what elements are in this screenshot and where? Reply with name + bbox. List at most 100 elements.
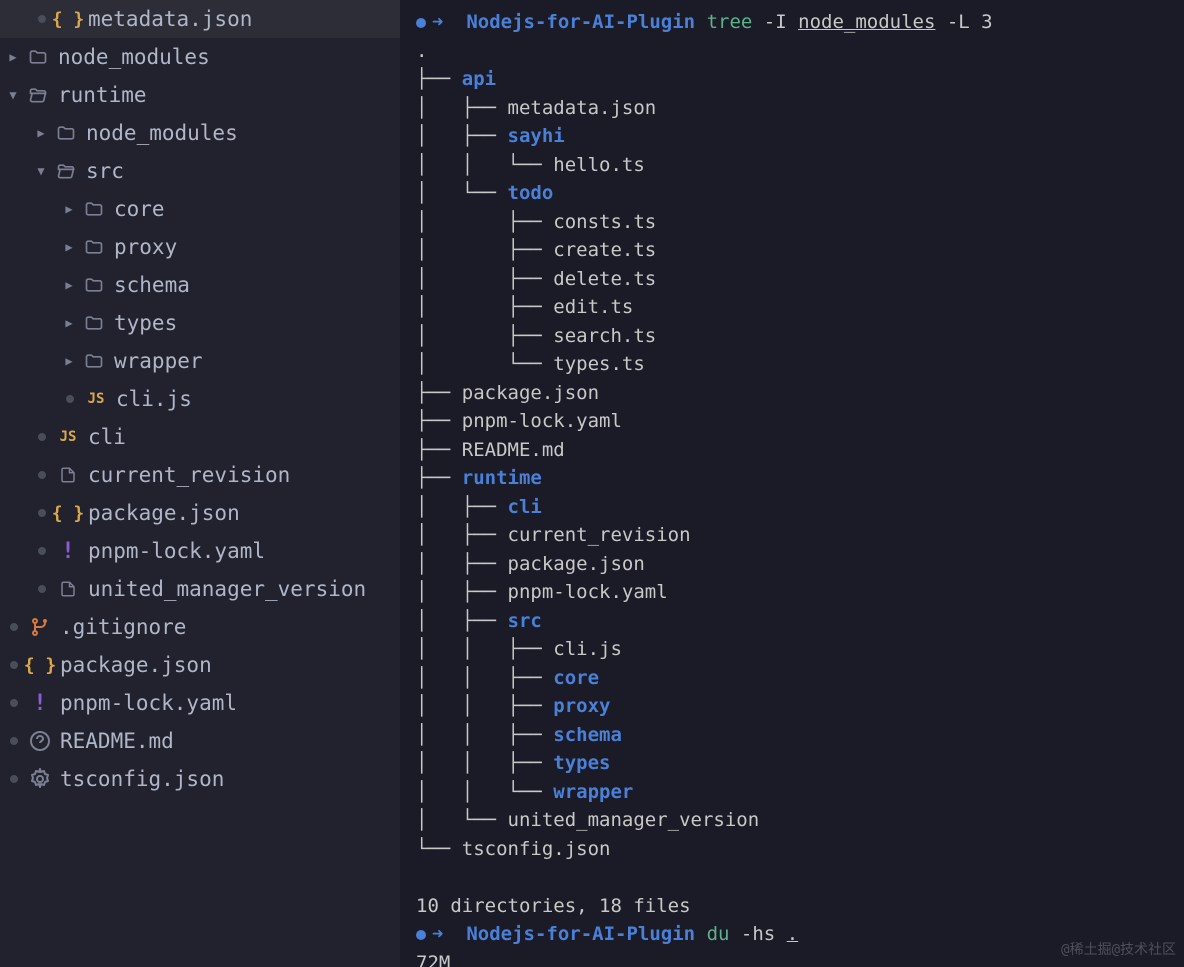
tree-item[interactable]: JScli [0, 418, 400, 456]
tree-entry: united_manager_version [508, 809, 760, 831]
tree-entry: create.ts [553, 239, 656, 261]
modified-dot-icon [10, 775, 18, 783]
tree-item[interactable]: src [0, 152, 400, 190]
tree-item-label: schema [114, 273, 190, 297]
chevron-down-icon[interactable] [32, 164, 50, 178]
status-dot-icon [416, 18, 426, 28]
js-icon: JS [84, 391, 108, 407]
tree-line: ├── pnpm-lock.yaml [416, 407, 1184, 436]
tree-item[interactable]: node_modules [0, 38, 400, 76]
modified-dot-icon [38, 15, 46, 23]
tree-output: .├── api│ ├── metadata.json│ ├── sayhi│ … [416, 37, 1184, 864]
tree-item[interactable]: types [0, 304, 400, 342]
tree-item-label: README.md [60, 729, 174, 753]
folder-icon [54, 161, 78, 181]
chevron-right-icon[interactable] [60, 240, 78, 254]
tree-item-label: types [114, 311, 177, 335]
tree-entry: delete.ts [553, 268, 656, 290]
chevron-right-icon[interactable] [60, 354, 78, 368]
tree-entry: cli [508, 496, 542, 518]
prompt-line-1: ➜ Nodejs-for-AI-Plugin tree -I node_modu… [416, 8, 1184, 37]
folder-icon [26, 85, 50, 105]
chevron-down-icon[interactable] [4, 88, 22, 102]
tree-item[interactable]: core [0, 190, 400, 228]
tree-entry: edit.ts [553, 296, 633, 318]
tree-line: │ │ ├── schema [416, 721, 1184, 750]
tree-line: │ │ ├── core [416, 664, 1184, 693]
tree-line: . [416, 37, 1184, 66]
tree-item-label: wrapper [114, 349, 203, 373]
tree-line: ├── README.md [416, 436, 1184, 465]
tree-item[interactable]: current_revision [0, 456, 400, 494]
folder-icon [82, 199, 106, 219]
yaml-icon: ! [56, 539, 80, 564]
chevron-right-icon[interactable] [32, 126, 50, 140]
chevron-right-icon[interactable] [4, 50, 22, 64]
tree-item[interactable]: tsconfig.json [0, 760, 400, 798]
file-explorer-sidebar[interactable]: { }metadata.jsonnode_modulesruntimenode_… [0, 0, 400, 967]
tree-line: │ ├── cli [416, 493, 1184, 522]
tree-item[interactable]: schema [0, 266, 400, 304]
tree-item[interactable]: JScli.js [0, 380, 400, 418]
arg-underline: . [787, 923, 798, 945]
blank-line [416, 863, 1184, 892]
tree-entry: core [553, 667, 599, 689]
arg-underline: node_modules [798, 11, 935, 33]
tree-item-label: package.json [88, 501, 240, 525]
tree-item[interactable]: { }metadata.json [0, 0, 400, 38]
json-icon: { } [28, 655, 52, 676]
tree-item[interactable]: !pnpm-lock.yaml [0, 684, 400, 722]
json-icon: { } [56, 503, 80, 524]
tree-item-label: package.json [60, 653, 212, 677]
terminal-panel[interactable]: ➜ Nodejs-for-AI-Plugin tree -I node_modu… [400, 0, 1184, 967]
tree-item[interactable]: runtime [0, 76, 400, 114]
tree-item-label: current_revision [88, 463, 290, 487]
modified-dot-icon [10, 699, 18, 707]
tree-item[interactable]: { } package.json [0, 494, 400, 532]
tree-item[interactable]: README.md [0, 722, 400, 760]
chevron-right-icon[interactable] [60, 316, 78, 330]
tree-entry: current_revision [508, 524, 691, 546]
arg: -hs [741, 923, 775, 945]
tree-item[interactable]: { } package.json [0, 646, 400, 684]
tree-entry: api [462, 68, 496, 90]
json-icon: { } [56, 9, 80, 30]
tree-item-label: cli [88, 425, 126, 449]
tree-line: │ │ ├── proxy [416, 692, 1184, 721]
arrow-icon: ➜ [432, 923, 466, 945]
tree-line: │ │ └── hello.ts [416, 151, 1184, 180]
tree-item[interactable]: proxy [0, 228, 400, 266]
command: du [707, 923, 730, 945]
gear-icon [28, 767, 52, 791]
folder-icon [82, 313, 106, 333]
modified-dot-icon [38, 509, 46, 517]
chevron-right-icon[interactable] [60, 202, 78, 216]
yaml-icon: ! [28, 691, 52, 716]
tree-line: │ │ ├── cli.js [416, 635, 1184, 664]
tree-item[interactable]: !pnpm-lock.yaml [0, 532, 400, 570]
tree-item[interactable]: united_manager_version [0, 570, 400, 608]
tree-line: │ ├── pnpm-lock.yaml [416, 578, 1184, 607]
tree-line: │ ├── create.ts [416, 236, 1184, 265]
tree-entry: pnpm-lock.yaml [462, 410, 622, 432]
arg: -I [764, 11, 787, 33]
tree-item[interactable]: .gitignore [0, 608, 400, 646]
tree-item-label: runtime [58, 83, 147, 107]
chevron-right-icon[interactable] [60, 278, 78, 292]
tree-entry: sayhi [508, 125, 565, 147]
tree-item[interactable]: wrapper [0, 342, 400, 380]
tree-line: │ └── types.ts [416, 350, 1184, 379]
folder-icon [26, 47, 50, 67]
tree-entry: schema [553, 724, 622, 746]
tree-line: │ ├── sayhi [416, 122, 1184, 151]
readme-icon [28, 729, 52, 753]
tree-entry: hello.ts [553, 154, 645, 176]
arrow-icon: ➜ [432, 11, 466, 33]
tree-line: │ ├── consts.ts [416, 208, 1184, 237]
tree-entry: package.json [508, 553, 645, 575]
tree-item-label: proxy [114, 235, 177, 259]
tree-item-label: node_modules [86, 121, 238, 145]
tree-line: │ ├── src [416, 607, 1184, 636]
tree-entry: pnpm-lock.yaml [508, 581, 668, 603]
tree-item[interactable]: node_modules [0, 114, 400, 152]
